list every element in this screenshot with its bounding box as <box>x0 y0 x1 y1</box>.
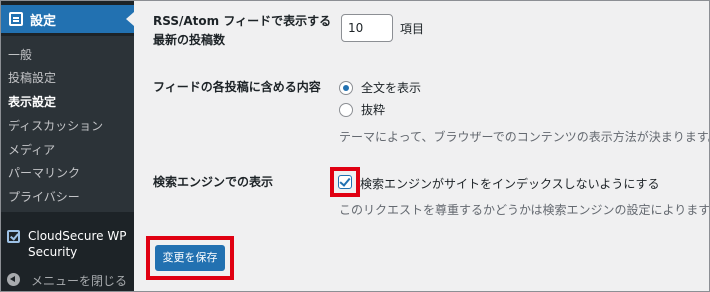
save-changes-button[interactable]: 変更を保存 <box>155 245 225 271</box>
settings-icon <box>9 12 23 26</box>
feed-count-unit: 項目 <box>400 22 425 36</box>
submenu-permalinks[interactable]: パーマリンク <box>8 164 80 181</box>
feed-count-input[interactable]: 10 <box>341 14 393 42</box>
collapse-menu-label: メニューを閉じる <box>31 274 128 288</box>
search-engine-label: 検索エンジンでの表示 <box>153 175 274 189</box>
submenu-privacy[interactable]: プライバシー <box>8 188 80 205</box>
feed-count-label-line1: RSS/Atom フィードで表示する <box>153 14 332 28</box>
current-menu-pointer <box>126 12 134 26</box>
submenu-writing[interactable]: 投稿設定 <box>8 69 56 86</box>
radio-excerpt[interactable] <box>339 103 353 117</box>
feed-content-description: テーマによって、ブラウザーでのコンテンツの表示方法が決まります。 <box>339 130 710 144</box>
settings-submenu: 一般 投稿設定 表示設定 ディスカッション メディア パーマリンク プライバシー <box>0 36 134 212</box>
discourage-search-label: 検索エンジンがサイトをインデックスしないようにする <box>360 177 660 191</box>
submenu-discussion[interactable]: ディスカッション <box>8 117 103 134</box>
collapse-menu-button[interactable]: メニューを閉じる <box>0 268 134 292</box>
feed-count-label: RSS/Atom フィードで表示する 最新の投稿数 <box>153 12 331 50</box>
sidebar-item-cloudsecure[interactable]: CloudSecure WP Security <box>0 220 134 264</box>
admin-sidebar: 設定 一般 投稿設定 表示設定 ディスカッション メディア パーマリンク プライ… <box>0 0 134 292</box>
radio-full-text-label: 全文を表示 <box>361 81 422 95</box>
sidebar-item-label: CloudSecure WP Security <box>28 229 127 259</box>
radio-excerpt-label: 抜粋 <box>361 103 386 117</box>
sidebar-item-label: 設定 <box>30 14 57 29</box>
shield-check-icon <box>7 230 20 243</box>
submenu-general[interactable]: 一般 <box>8 46 32 63</box>
feed-count-label-line2: 最新の投稿数 <box>153 33 226 47</box>
feed-content-label: フィードの各投稿に含める内容 <box>153 80 321 94</box>
submenu-media[interactable]: メディア <box>8 141 55 158</box>
settings-content: RSS/Atom フィードで表示する 最新の投稿数 10 項目 フィードの各投稿… <box>134 0 710 292</box>
radio-full-text[interactable] <box>339 81 353 95</box>
sidebar-item-settings[interactable]: 設定 <box>0 5 134 33</box>
submenu-reading[interactable]: 表示設定 <box>8 93 56 110</box>
discourage-search-checkbox[interactable] <box>338 175 352 189</box>
search-engine-description: このリクエストを尊重するかどうかは検索エンジンの設定によります。 <box>339 203 710 217</box>
collapse-arrow-icon <box>7 273 20 286</box>
